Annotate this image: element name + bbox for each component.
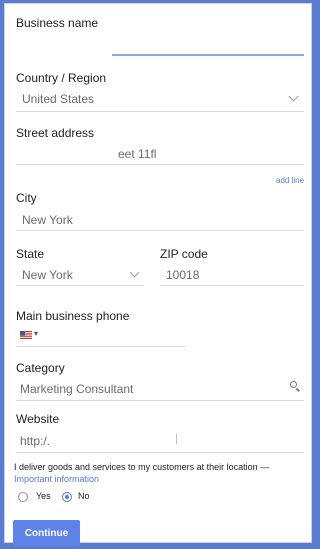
street-input[interactable]: eet 11fl: [16, 143, 304, 163]
text-cursor: [176, 434, 177, 444]
us-flag-icon: [20, 331, 32, 339]
city-input[interactable]: New York: [16, 209, 304, 229]
important-info-link[interactable]: Important information: [14, 474, 99, 484]
continue-button[interactable]: Continue: [13, 520, 80, 546]
country-code-select[interactable]: ▾: [20, 329, 50, 343]
category-input[interactable]: Marketing Consultant: [16, 378, 304, 398]
business-name-label: Business name: [16, 16, 99, 30]
category-value: Marketing Consultant: [20, 382, 134, 396]
zip-input[interactable]: 10018: [160, 264, 304, 284]
street-label: Street address: [16, 126, 95, 140]
chevron-down-icon: [129, 267, 140, 278]
state-value: New York: [22, 268, 73, 282]
website-underline: [16, 452, 304, 453]
zip-value: 10018: [166, 268, 200, 282]
state-underline: [16, 285, 144, 286]
country-value: United States: [22, 92, 95, 106]
zip-underline: [160, 285, 304, 286]
business-name-input[interactable]: [112, 34, 304, 56]
website-label: Website: [16, 412, 60, 426]
radio-no-label: No: [78, 491, 90, 501]
business-name-underline: [112, 54, 304, 56]
street-underline: [16, 164, 304, 165]
caret-down-icon: ▾: [34, 329, 39, 338]
radio-no[interactable]: No: [62, 491, 102, 505]
city-value: New York: [22, 213, 73, 227]
phone-label: Main business phone: [16, 309, 130, 323]
radio-yes-label: Yes: [36, 491, 51, 501]
website-input[interactable]: http:/.: [16, 430, 304, 450]
street-value: eet 11fl: [118, 147, 157, 161]
country-underline: [16, 111, 304, 112]
city-underline: [16, 230, 304, 231]
country-label: Country / Region: [16, 71, 107, 85]
category-underline: [16, 400, 304, 401]
state-label: State: [16, 247, 45, 261]
city-label: City: [16, 191, 37, 205]
country-select[interactable]: United States: [16, 88, 304, 108]
deliver-text: I deliver goods and services to my custo…: [14, 462, 270, 472]
form-panel: Business name Country / Region United St…: [4, 3, 312, 546]
radio-no-circle[interactable]: [62, 492, 72, 502]
category-label: Category: [16, 361, 65, 375]
add-line-link[interactable]: add line: [276, 176, 304, 185]
phone-underline: [16, 346, 186, 347]
state-select[interactable]: New York: [16, 264, 144, 284]
zip-label: ZIP code: [160, 247, 208, 261]
website-value: http:/.: [20, 434, 51, 448]
chevron-down-icon: [288, 91, 299, 102]
radio-yes[interactable]: Yes: [18, 491, 58, 505]
radio-yes-circle[interactable]: [18, 492, 28, 502]
search-icon: [290, 381, 302, 393]
